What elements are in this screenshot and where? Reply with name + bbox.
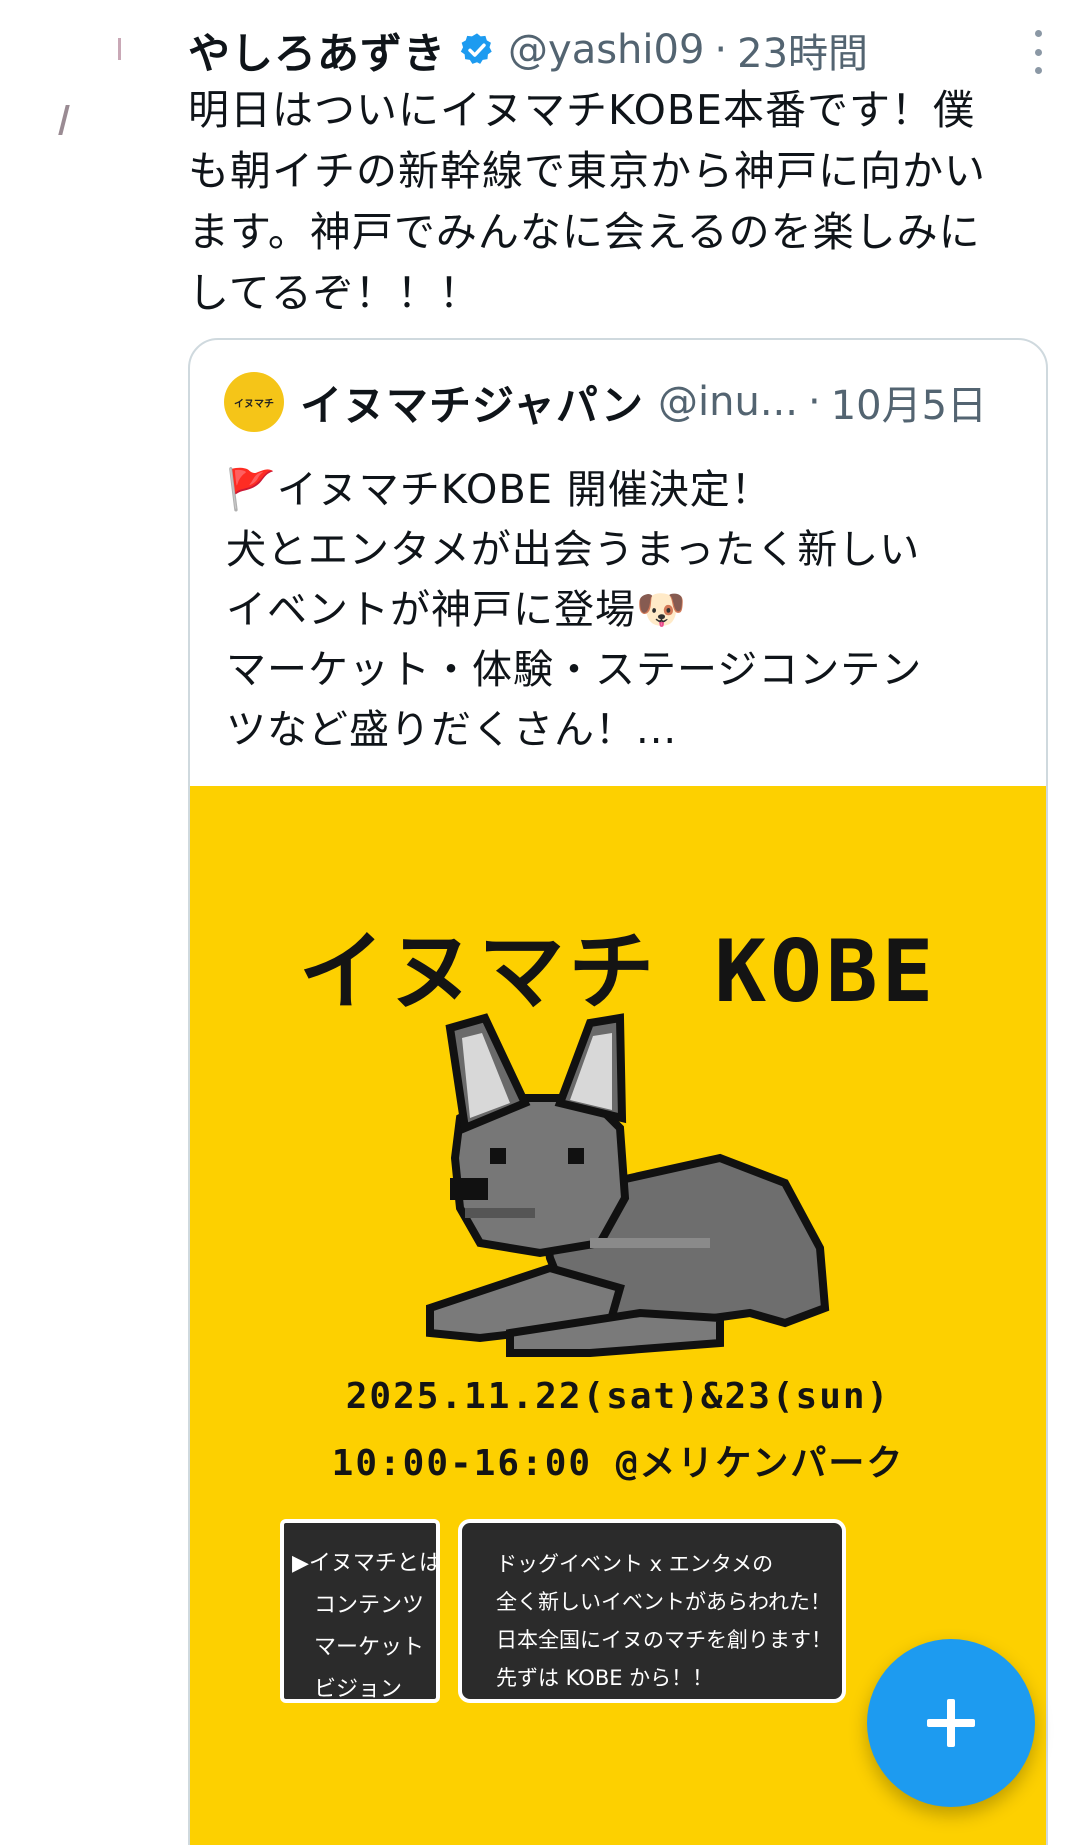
quoted-tweet-card[interactable]: イヌマチ イヌマチジャパン @inu... · 10月5日 🚩イヌマチKOBE … (188, 338, 1048, 1845)
poster-event-time-venue: 10:00-16:00 @メリケンパーク (331, 1443, 905, 1484)
tweet-timestamp[interactable]: 23時間 (737, 21, 868, 79)
tweet-page: やしろあずき @yashi09 · 23時間 明日はついにイヌマチKOBE本番で… (0, 0, 1080, 1845)
quoted-author-display-name: イヌマチジャパン (300, 380, 645, 430)
poster-message-line: 先ずは KOBE から！！ (496, 1666, 714, 1690)
author-display-name[interactable]: やしろあずき (188, 20, 446, 81)
pixel-bulldog-illustration (426, 1013, 830, 1357)
poster-message-line: 全く新しいイベントがあらわれた！ (496, 1590, 831, 1614)
quoted-tweet-header: イヌマチ イヌマチジャパン @inu... · 10月5日 (224, 370, 1024, 434)
quoted-tweet-timestamp: 10月5日 (830, 383, 988, 429)
author-handle[interactable]: @yashi09 (508, 27, 704, 73)
tweet-text: 明日はついにイヌマチKOBE本番です！僕 も朝イチの新幹線で東京から神戸に向かい… (188, 86, 986, 317)
quoted-author-handle: @inu... (658, 379, 798, 425)
compose-post-button[interactable] (867, 1639, 1035, 1807)
quoted-tweet-text: 🚩イヌマチKOBE 開催決定！ 犬とエンタメが出会うまったく新しい イベントが神… (226, 467, 923, 753)
poster-message-line: 日本全国にイヌのマチを創ります！ (496, 1628, 832, 1652)
tweet-header: やしろあずき @yashi09 · 23時間 (188, 22, 1048, 78)
poster-menu-box: ▶イヌマチとは コンテンツ マーケット ビジョン (280, 1519, 441, 1703)
plus-icon (927, 1699, 975, 1747)
poster-menu-item-market: マーケット (314, 1635, 425, 1660)
separator-dot: · (807, 379, 821, 425)
poster-message-box: ドッグイベント x エンタメの 全く新しいイベントがあらわれた！ 日本全国にイヌ… (458, 1519, 846, 1703)
verified-badge-icon (458, 31, 496, 69)
more-vertical-icon[interactable] (1018, 30, 1058, 74)
poster-menu-item-about: ▶イヌマチとは (292, 1551, 441, 1576)
quoted-avatar-logo-text: イヌマチ (234, 398, 274, 410)
poster-event-date: 2025.11.22(sat)&23(sun) (345, 1376, 891, 1417)
author-avatar[interactable] (40, 30, 130, 150)
quoted-author-avatar: イヌマチ (224, 372, 284, 432)
poster-menu-item-contents: コンテンツ (314, 1593, 425, 1618)
separator-dot: · (714, 27, 728, 73)
poster-menu-item-vision: ビジョン (314, 1677, 403, 1702)
poster-message-line: ドッグイベント x エンタメの (496, 1552, 774, 1576)
